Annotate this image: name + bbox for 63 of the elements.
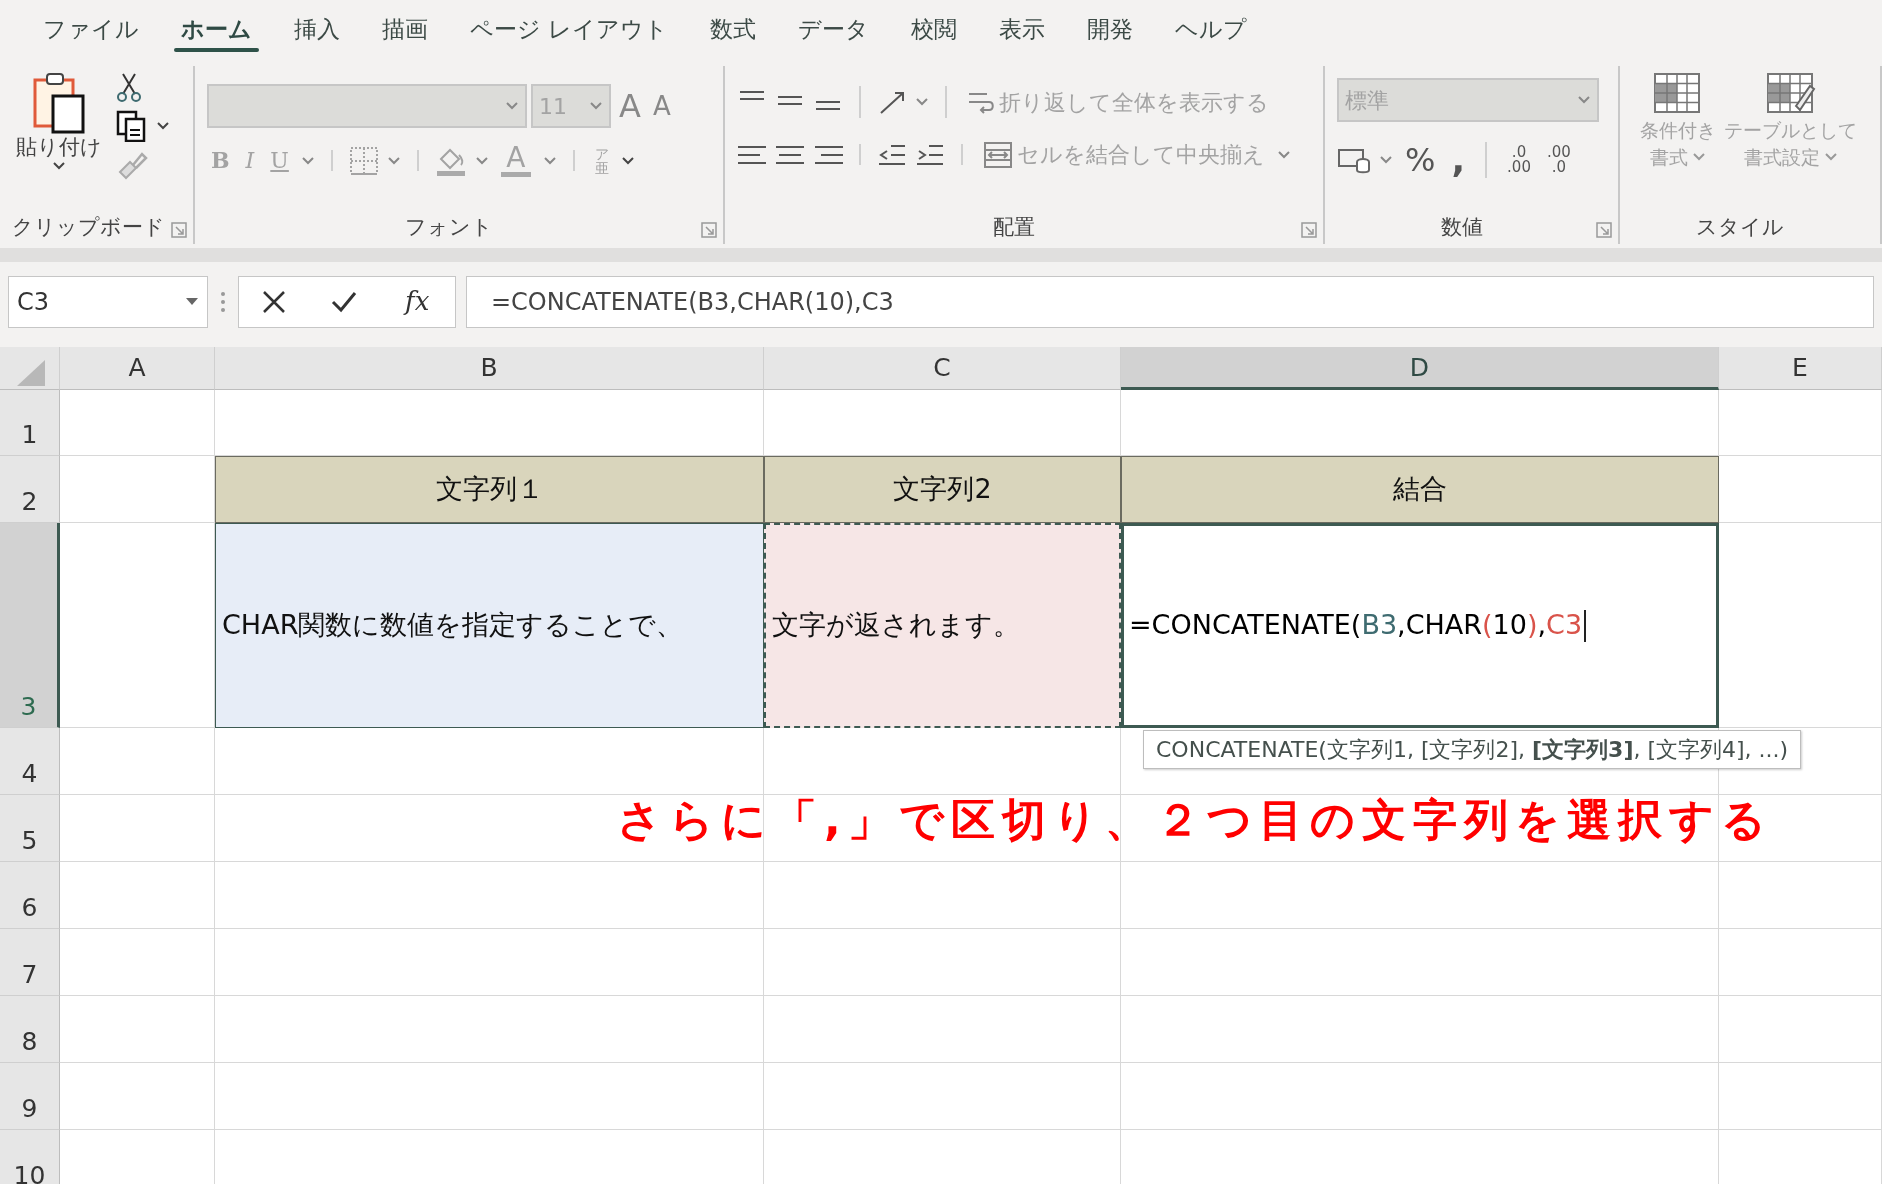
chevron-down-icon[interactable] [620, 155, 635, 166]
row-header[interactable]: 10 [0, 1130, 60, 1184]
font-size-value: 11 [539, 92, 567, 121]
row-header[interactable]: 7 [0, 929, 60, 996]
ribbon-tab[interactable]: 数式 [689, 0, 778, 58]
row-header[interactable]: 2 [0, 456, 60, 523]
table-brush-icon [1765, 72, 1816, 116]
insert-function-button[interactable]: fx [401, 282, 434, 321]
group-label: フォント [404, 214, 494, 241]
table-header-cell: 結合 [1121, 456, 1719, 523]
ribbon-tab[interactable]: 開発 [1066, 0, 1155, 58]
copy-icon[interactable] [116, 110, 148, 142]
row-header[interactable]: 4 [0, 728, 60, 795]
chevron-down-icon[interactable] [52, 161, 66, 172]
row-header[interactable]: 6 [0, 862, 60, 929]
ribbon-tab[interactable]: 描画 [361, 0, 449, 58]
table-header-cell: 文字列2 [764, 456, 1121, 523]
ribbon-tab[interactable]: 表示 [978, 0, 1067, 58]
row-header[interactable]: 9 [0, 1063, 60, 1130]
dropdown-arrow-icon[interactable] [185, 296, 199, 307]
group-label: スタイル [1695, 214, 1785, 241]
column-header[interactable]: B [215, 347, 764, 390]
table-cell: 文字が返されます。 [764, 523, 1121, 728]
merge-cells-icon [983, 140, 1013, 169]
row-header[interactable]: 5 [0, 795, 60, 862]
group-label: 配置 [992, 214, 1036, 241]
ribbon-tab[interactable]: データ [777, 0, 891, 58]
scissors-icon[interactable] [116, 72, 142, 102]
dialog-launcher-icon[interactable] [701, 222, 717, 238]
annotation-text: さらに「,」で区切り、２つ目の文字列を選択する [617, 793, 1773, 847]
format-painter-icon[interactable] [116, 150, 148, 180]
ribbon-tab[interactable]: ページ レイアウト [449, 0, 690, 58]
function-tooltip: CONCATENATE(文字列1, [文字列2], [文字列3], [文字列4], ...) [1143, 730, 1802, 769]
ribbon-tab[interactable]: 校閲 [890, 0, 979, 58]
dialog-launcher-icon[interactable] [1596, 222, 1612, 238]
cell-edit-field[interactable]: =CONCATENATE(B3,CHAR(10),C3 [1121, 523, 1719, 728]
table-cell: CHAR関数に数値を指定することで、 [215, 523, 764, 728]
group-label: クリップボード [12, 214, 161, 241]
column-header[interactable]: A [60, 347, 215, 390]
dialog-launcher-icon[interactable] [171, 222, 187, 238]
column-header[interactable]: E [1719, 347, 1882, 390]
dialog-launcher-icon[interactable] [1301, 222, 1317, 238]
table-header-cell: 文字列１ [215, 456, 764, 523]
clipboard-icon[interactable] [31, 72, 87, 134]
ribbon-tab[interactable]: ファイル [22, 0, 160, 58]
row-header[interactable]: 3 [0, 523, 60, 728]
table-icon [1653, 72, 1703, 116]
column-header[interactable]: D [1121, 347, 1719, 390]
chevron-down-icon[interactable] [156, 121, 170, 131]
paste-button[interactable]: 貼り付け [12, 134, 106, 162]
ribbon-tab[interactable]: ホーム [160, 0, 273, 58]
row-header[interactable]: 8 [0, 996, 60, 1063]
borders-icon[interactable] [348, 145, 379, 176]
group-label: 数値 [1439, 214, 1484, 241]
grip-icon [218, 289, 228, 314]
name-box[interactable]: C3 [8, 275, 208, 328]
formula-input[interactable]: =CONCATENATE(B3,CHAR(10),C3 [466, 275, 1874, 328]
column-header[interactable]: C [764, 347, 1121, 390]
cancel-icon[interactable] [260, 288, 287, 315]
row-header[interactable]: 1 [0, 390, 60, 456]
ribbon-tab[interactable]: ヘルプ [1154, 0, 1269, 58]
ribbon-tab[interactable]: 挿入 [273, 0, 361, 58]
accounting-icon[interactable] [1337, 146, 1371, 174]
